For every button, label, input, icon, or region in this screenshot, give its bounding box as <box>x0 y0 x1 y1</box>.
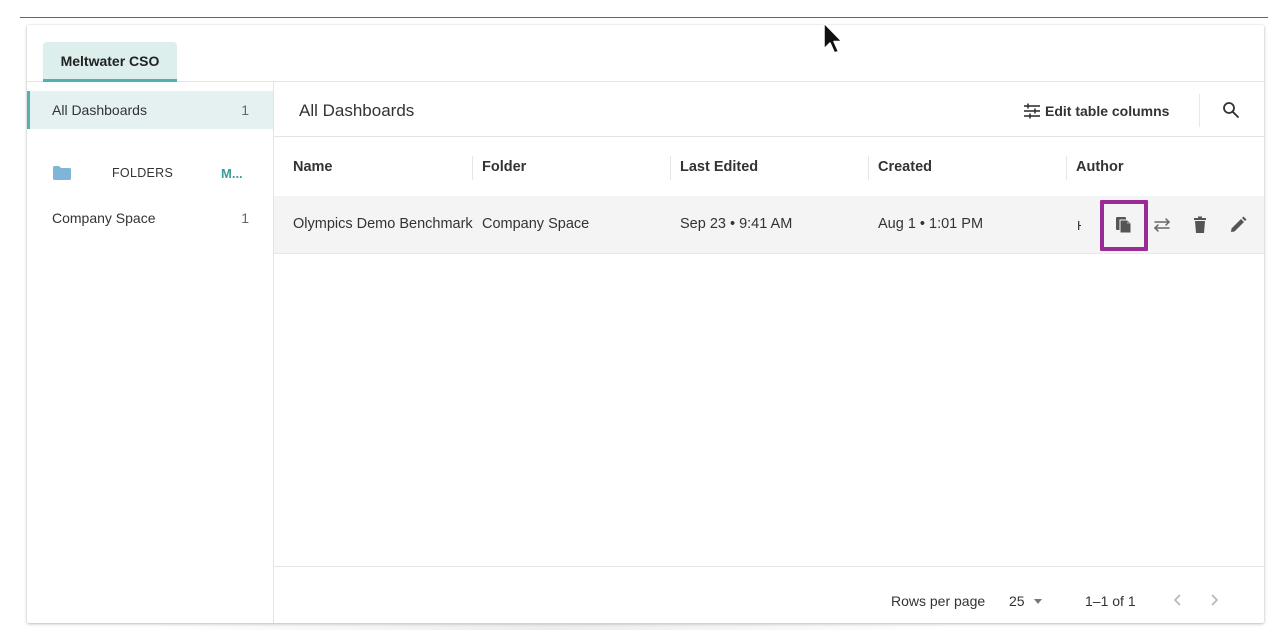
pagination-footer: Rows per page 25 1–1 of 1 <box>274 566 1264 623</box>
column-separator <box>670 156 671 180</box>
main-content: All Dashboards Edit table columns Name F… <box>274 82 1264 623</box>
search-icon[interactable] <box>1222 101 1240 119</box>
chevron-right-icon[interactable] <box>1206 591 1222 609</box>
column-header-created[interactable]: Created <box>878 159 932 175</box>
column-header-folder[interactable]: Folder <box>482 159 526 175</box>
column-header-author[interactable]: Author <box>1076 159 1124 175</box>
move-icon[interactable] <box>1152 215 1172 235</box>
sidebar-item-count: 1 <box>241 210 249 226</box>
highlight-box <box>1100 200 1148 251</box>
dashboards-panel: Meltwater CSO All Dashboards 1 FOLDERS M… <box>27 25 1264 623</box>
edit-table-columns-button[interactable]: Edit table columns <box>1023 101 1169 121</box>
folders-label: FOLDERS <box>112 166 174 180</box>
tune-icon <box>1024 103 1040 119</box>
sidebar: All Dashboards 1 FOLDERS M... Company Sp… <box>27 82 274 623</box>
bottom-shadow <box>150 624 950 630</box>
sidebar-item-count: 1 <box>241 102 249 118</box>
delete-icon[interactable] <box>1190 215 1210 235</box>
caret-down-icon[interactable] <box>1034 599 1042 604</box>
table-row[interactable]: Olympics Demo Benchmark Company Space Se… <box>274 196 1264 254</box>
rows-per-page-select[interactable]: 25 <box>1009 593 1025 609</box>
header-divider <box>1199 94 1200 127</box>
top-divider <box>20 17 1268 18</box>
column-header-last-edited[interactable]: Last Edited <box>680 159 758 175</box>
column-separator <box>868 156 869 180</box>
folders-header: FOLDERS M... <box>27 162 273 184</box>
folder-icon <box>53 166 71 180</box>
row-actions <box>274 196 1264 253</box>
folders-more-button[interactable]: M... <box>221 166 243 181</box>
chevron-left-icon[interactable] <box>1170 591 1186 609</box>
edit-icon[interactable] <box>1228 215 1248 235</box>
page-range: 1–1 of 1 <box>1085 593 1136 609</box>
tabs-bar: Meltwater CSO <box>27 25 1264 82</box>
column-header-name[interactable]: Name <box>293 159 333 175</box>
page-title: All Dashboards <box>299 101 415 120</box>
sidebar-item-company-space[interactable]: Company Space 1 <box>27 207 273 229</box>
table-header: Name Folder Last Edited Created Author <box>274 138 1264 196</box>
sidebar-item-all-dashboards[interactable]: All Dashboards 1 <box>27 91 273 129</box>
tab-label: Meltwater CSO <box>60 52 160 69</box>
edit-columns-label: Edit table columns <box>1045 103 1170 119</box>
sidebar-item-label: All Dashboards <box>52 102 147 118</box>
column-separator <box>472 156 473 180</box>
mouse-cursor-icon <box>823 22 843 54</box>
sidebar-item-label: Company Space <box>52 210 156 226</box>
main-header: All Dashboards Edit table columns <box>274 82 1264 137</box>
tab-meltwater-cso[interactable]: Meltwater CSO <box>43 42 177 82</box>
rows-per-page-label: Rows per page <box>891 593 986 609</box>
column-separator <box>1066 156 1067 180</box>
